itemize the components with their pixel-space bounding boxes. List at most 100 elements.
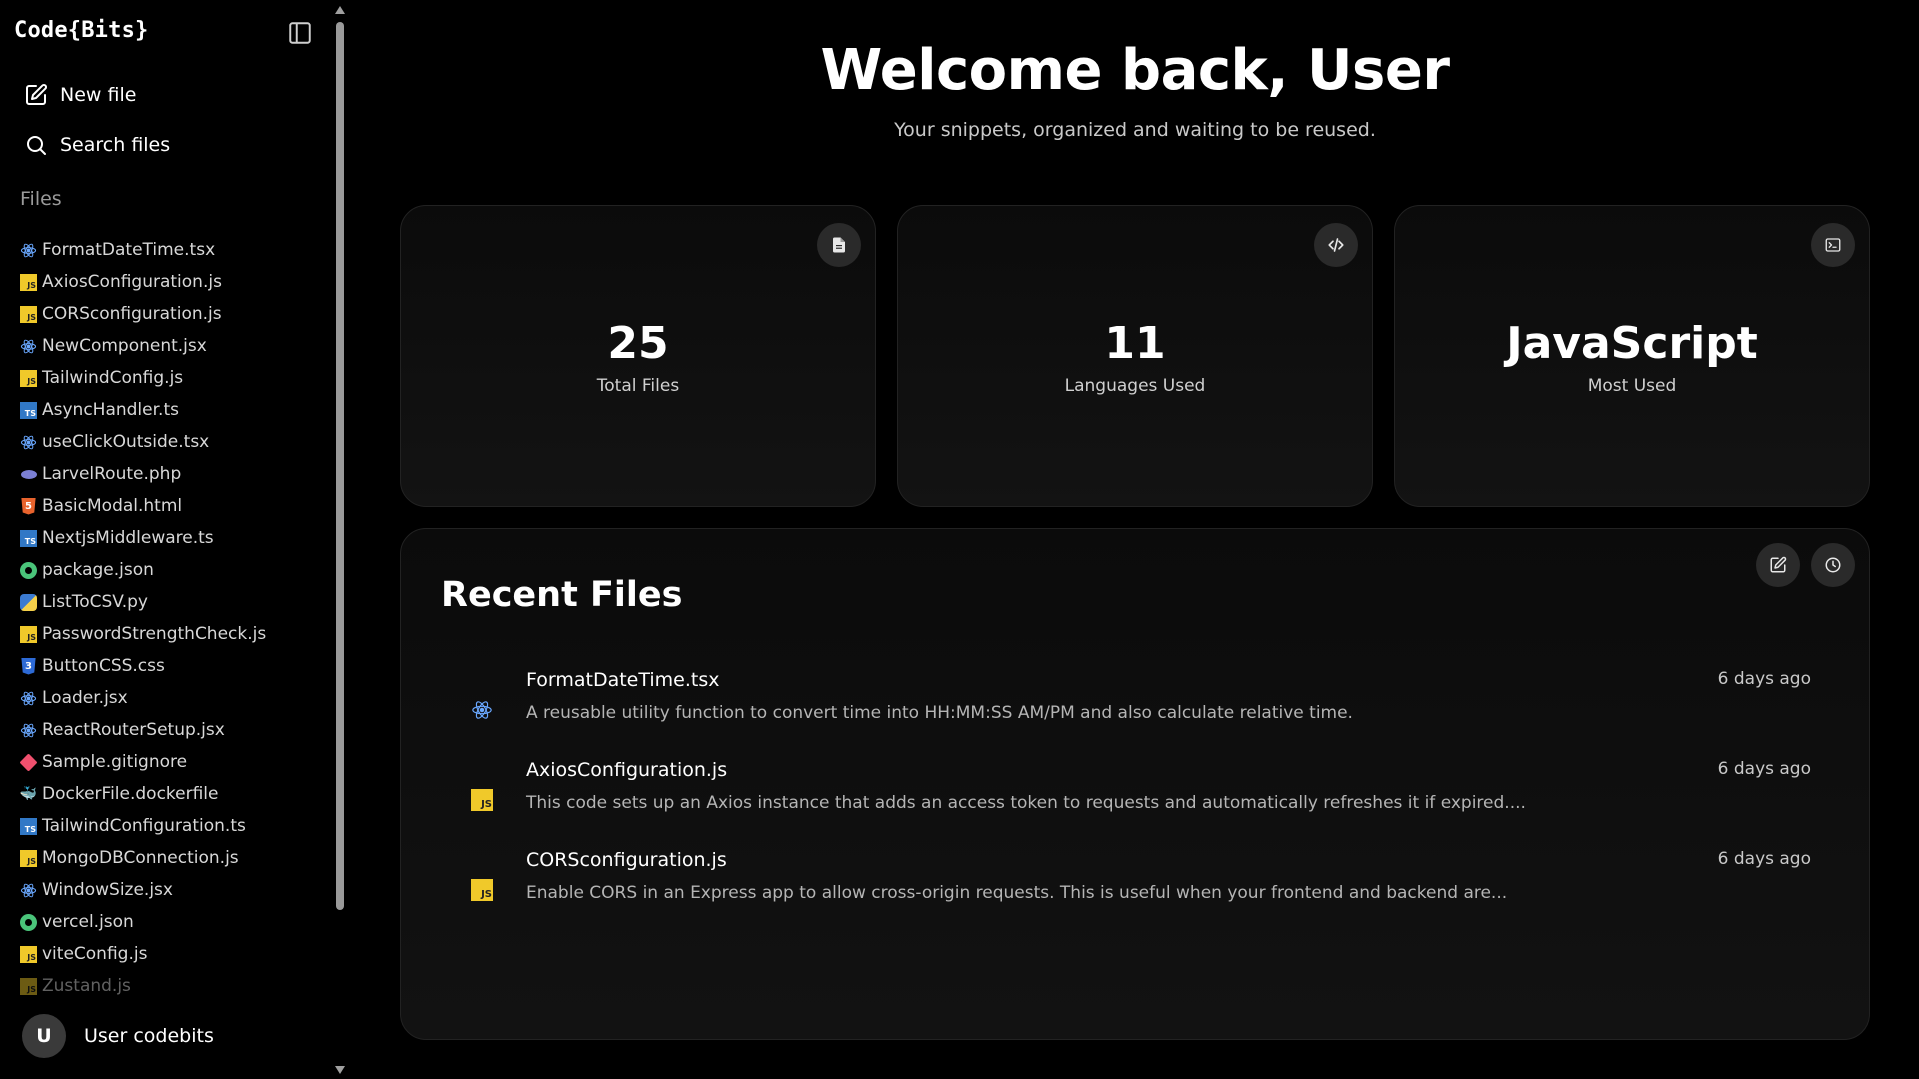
scroll-down-arrow[interactable] bbox=[335, 1066, 345, 1074]
js-icon: JS bbox=[471, 789, 493, 811]
sidebar-file-item[interactable]: 5 BasicModal.html bbox=[20, 490, 320, 522]
code-icon bbox=[1314, 223, 1358, 267]
sidebar-file-item[interactable]: 🐳 DockerFile.dockerfile bbox=[20, 778, 320, 810]
sidebar-file-item[interactable]: useClickOutside.tsx bbox=[20, 426, 320, 458]
sidebar-file-name: MongoDBConnection.js bbox=[42, 848, 239, 868]
recent-file-row[interactable]: JS CORSconfiguration.js Enable CORS in a… bbox=[471, 849, 1811, 929]
sidebar-file-name: useClickOutside.tsx bbox=[42, 432, 210, 452]
sidebar-file-item[interactable]: Loader.jsx bbox=[20, 682, 320, 714]
sidebar-file-item[interactable]: JS PasswordStrengthCheck.js bbox=[20, 618, 320, 650]
git-icon bbox=[19, 752, 38, 772]
sidebar-file-name: PasswordStrengthCheck.js bbox=[42, 624, 267, 644]
stat-label: Languages Used bbox=[1064, 376, 1206, 396]
sidebar-file-item[interactable]: LarvelRoute.php bbox=[20, 458, 320, 490]
logo-brace-open: { bbox=[67, 18, 82, 43]
avatar: U bbox=[22, 1014, 66, 1058]
recent-file-name: FormatDateTime.tsx bbox=[526, 669, 720, 691]
scroll-up-arrow[interactable] bbox=[335, 6, 345, 14]
sidebar-file-item[interactable]: 3 ButtonCSS.css bbox=[20, 650, 320, 682]
sidebar-file-name: Loader.jsx bbox=[42, 688, 128, 708]
sidebar-file-item[interactable]: JS AxiosConfiguration.js bbox=[20, 266, 320, 298]
sidebar-file-item[interactable]: JS MongoDBConnection.js bbox=[20, 842, 320, 874]
terminal-icon bbox=[1811, 223, 1855, 267]
sidebar-file-name: TailwindConfiguration.ts bbox=[42, 816, 246, 836]
recent-file-time: 6 days ago bbox=[1717, 759, 1811, 779]
python-icon bbox=[20, 593, 37, 611]
sidebar-file-name: ButtonCSS.css bbox=[42, 656, 165, 676]
page-title: Welcome back, User bbox=[820, 38, 1450, 103]
css-icon: 3 bbox=[21, 657, 36, 675]
new-file-label: New file bbox=[60, 84, 137, 106]
sidebar-file-item[interactable]: vercel.json bbox=[20, 906, 320, 938]
js-icon: JS bbox=[20, 625, 37, 643]
js-icon: JS bbox=[20, 273, 37, 291]
search-files-button[interactable]: Search files bbox=[24, 133, 170, 157]
sidebar-file-item[interactable]: ReactRouterSetup.jsx bbox=[20, 714, 320, 746]
files-heading: Files bbox=[20, 188, 62, 210]
sidebar-file-item[interactable]: TS NextjsMiddleware.ts bbox=[20, 522, 320, 554]
react-icon bbox=[20, 242, 37, 259]
recent-file-time: 6 days ago bbox=[1717, 849, 1811, 869]
react-icon bbox=[20, 882, 37, 899]
js-icon: JS bbox=[20, 305, 37, 323]
sidebar-file-item[interactable]: Sample.gitignore bbox=[19, 746, 320, 778]
sidebar-file-name: package.json bbox=[42, 560, 154, 580]
page-subtitle: Your snippets, organized and waiting to … bbox=[894, 119, 1376, 141]
sidebar-file-item[interactable]: JS Zustand.js bbox=[20, 970, 320, 1002]
recent-file-time: 6 days ago bbox=[1717, 669, 1811, 689]
recent-file-row[interactable]: FormatDateTime.tsx A reusable utility fu… bbox=[471, 669, 1811, 749]
sidebar-scrollbar[interactable] bbox=[333, 0, 347, 1079]
edit-icon[interactable] bbox=[1756, 543, 1800, 587]
stat-value: 11 bbox=[1104, 318, 1166, 369]
sidebar-file-name: DockerFile.dockerfile bbox=[42, 784, 219, 804]
stat-value: JavaScript bbox=[1506, 318, 1758, 369]
sidebar-file-item[interactable]: TS AsyncHandler.ts bbox=[20, 394, 320, 426]
sidebar-file-item[interactable]: WindowSize.jsx bbox=[20, 874, 320, 906]
html-icon: 5 bbox=[21, 497, 36, 515]
ts-icon: TS bbox=[20, 817, 37, 835]
stat-card-most-used: JavaScript Most Used bbox=[1394, 205, 1870, 507]
react-icon bbox=[20, 690, 37, 707]
sidebar-file-item[interactable]: JS viteConfig.js bbox=[20, 938, 320, 970]
sidebar-file-item[interactable]: TS TailwindConfiguration.ts bbox=[20, 810, 320, 842]
sidebar-file-name: Zustand.js bbox=[42, 976, 131, 996]
stat-label: Most Used bbox=[1587, 376, 1677, 396]
sidebar-file-name: FormatDateTime.tsx bbox=[42, 240, 216, 260]
react-icon bbox=[20, 722, 37, 739]
react-icon bbox=[20, 338, 37, 355]
php-icon bbox=[20, 466, 37, 483]
clock-icon[interactable] bbox=[1811, 543, 1855, 587]
sidebar-file-item[interactable]: JS TailwindConfig.js bbox=[20, 362, 320, 394]
recent-file-name: CORSconfiguration.js bbox=[526, 849, 727, 871]
sidebar-file-name: vercel.json bbox=[42, 912, 134, 932]
sidebar-toggle-icon[interactable] bbox=[287, 20, 315, 46]
edit-icon bbox=[26, 84, 47, 105]
recent-file-description: This code sets up an Axios instance that… bbox=[526, 793, 1526, 813]
recent-file-description: Enable CORS in an Express app to allow c… bbox=[526, 883, 1508, 903]
user-profile[interactable]: U User codebits bbox=[22, 1014, 214, 1058]
recent-file-name: AxiosConfiguration.js bbox=[526, 759, 728, 781]
scrollbar-thumb[interactable] bbox=[336, 22, 344, 910]
sidebar-file-name: AsyncHandler.ts bbox=[42, 400, 179, 420]
stat-label: Total Files bbox=[596, 376, 680, 396]
sidebar-file-name: NextjsMiddleware.ts bbox=[42, 528, 214, 548]
sidebar: Code{Bits} New file Search files Files F… bbox=[0, 0, 331, 1079]
sidebar-file-name: ReactRouterSetup.jsx bbox=[42, 720, 225, 740]
logo-brace-close: } bbox=[135, 18, 149, 43]
new-file-button[interactable]: New file bbox=[24, 83, 136, 107]
ts-icon: TS bbox=[20, 529, 37, 547]
app-logo[interactable]: Code{Bits} bbox=[14, 18, 148, 43]
sidebar-file-item[interactable]: FormatDateTime.tsx bbox=[20, 234, 320, 266]
sidebar-file-name: AxiosConfiguration.js bbox=[42, 272, 222, 292]
recent-files-panel: Recent Files FormatDateTime.tsx A reusab… bbox=[400, 528, 1870, 1040]
sidebar-file-item[interactable]: NewComponent.jsx bbox=[20, 330, 320, 362]
js-icon: JS bbox=[471, 879, 493, 901]
sidebar-file-item[interactable]: JS CORSconfiguration.js bbox=[20, 298, 320, 330]
recent-file-row[interactable]: JS AxiosConfiguration.js This code sets … bbox=[471, 759, 1811, 839]
sidebar-file-item[interactable]: package.json bbox=[20, 554, 320, 586]
json-icon bbox=[20, 561, 37, 579]
sidebar-file-item[interactable]: ListToCSV.py bbox=[20, 586, 320, 618]
stat-value: 25 bbox=[607, 318, 669, 369]
sidebar-file-name: WindowSize.jsx bbox=[42, 880, 173, 900]
recent-files-title: Recent Files bbox=[441, 575, 683, 615]
